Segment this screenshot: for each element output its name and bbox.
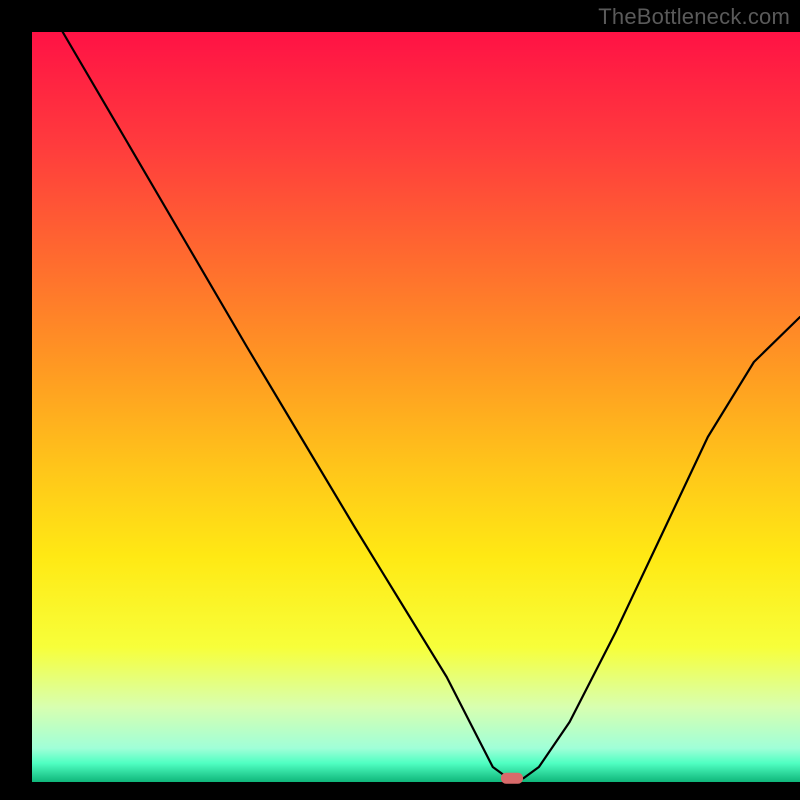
optimum-marker — [501, 773, 523, 784]
plot-background — [32, 32, 800, 782]
watermark-text: TheBottleneck.com — [598, 4, 790, 30]
bottleneck-chart: TheBottleneck.com — [0, 0, 800, 800]
chart-canvas — [0, 0, 800, 800]
